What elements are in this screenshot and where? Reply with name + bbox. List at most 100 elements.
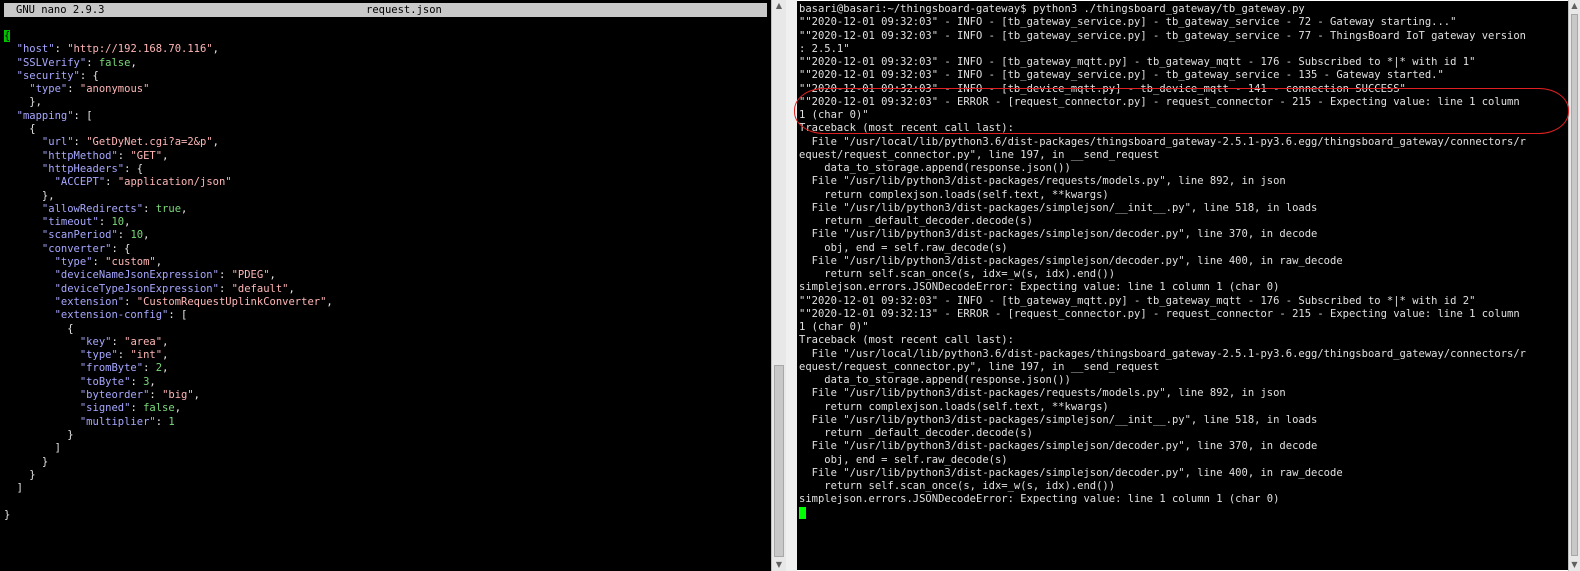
code-token: "url" (4, 136, 74, 149)
code-token: false (143, 402, 175, 415)
terminal-line: basari@basari:~/thingsboard-gateway$ pyt… (799, 3, 1305, 15)
code-token: "converter" (4, 242, 112, 255)
code-line: "multiplier": 1 (4, 416, 764, 429)
code-token: : (111, 335, 125, 348)
terminal-line: File "/usr/lib/python3/dist-packages/sim… (799, 254, 1343, 267)
code-token: false (98, 56, 131, 69)
code-token: : (54, 43, 68, 56)
code-line: "httpMethod": "GET", (4, 150, 764, 163)
terminal-line: File "/usr/lib/python3/dist-packages/sim… (799, 201, 1318, 214)
code-token: , (181, 202, 188, 215)
code-line: } (4, 429, 764, 442)
code-token: : (218, 282, 232, 295)
code-line: "extension": "CustomRequestUplinkConvert… (4, 296, 764, 309)
terminal-line: ""2020-12-01 09:32:03" - INFO - [tb_gate… (799, 29, 1526, 42)
terminal-line: data_to_storage.append(response.json()) (799, 162, 1071, 174)
code-line: "extension-config": [ (4, 309, 764, 322)
scroll-thumb[interactable] (1571, 14, 1578, 556)
code-line: "mapping": [ (4, 110, 764, 123)
code-token: }, (4, 96, 42, 109)
code-token: 1 (168, 415, 175, 428)
terminal-line: File "/usr/lib/python3/dist-packages/sim… (799, 466, 1343, 479)
code-token: "GetDyNet.cgi?a=2&p" (86, 136, 213, 149)
scroll-thumb[interactable] (774, 365, 784, 557)
code-line: "byteorder": "big", (4, 389, 764, 402)
code-token: 10 (130, 229, 144, 242)
code-token: : [ (168, 309, 188, 322)
code-line: } (4, 456, 764, 469)
terminal-line: return self.scan_once(s, idx=_w(s, idx).… (799, 480, 1116, 492)
code-token: } (4, 468, 36, 481)
code-token: "int" (130, 349, 163, 362)
json-code-area[interactable]: { "host": "http://192.168.70.116", "SSLV… (4, 30, 764, 522)
terminal-line: ""2020-12-01 09:32:13" - ERROR - [reques… (799, 307, 1520, 320)
code-token: "timeout" (4, 216, 99, 229)
left-scrollbar[interactable]: ▲ ▼ (771, 0, 787, 571)
terminal-output[interactable]: basari@basari:~/thingsboard-gateway$ pyt… (799, 3, 1567, 520)
code-token: : (218, 269, 232, 282)
code-token: "type" (4, 349, 118, 362)
code-line: }, (4, 96, 764, 109)
scroll-up-icon[interactable]: ▲ (772, 0, 786, 12)
terminal-line: File "/usr/local/lib/python3.6/dist-pack… (799, 135, 1526, 148)
code-token: "big" (162, 389, 194, 402)
code-token: { (4, 123, 36, 136)
code-token: : (73, 136, 87, 149)
terminal-prompt-line[interactable] (799, 506, 1567, 520)
code-line: }, (4, 190, 764, 203)
code-line: ] (4, 442, 764, 455)
terminal-line: return _default_decoder.decode(s) (799, 427, 1033, 439)
scroll-up-icon[interactable]: ▲ (1569, 0, 1580, 12)
code-token: "application/json" (117, 176, 232, 189)
code-token: } (4, 428, 74, 441)
terminal-line: 1 (char 0)" (799, 321, 869, 333)
terminal-line: ""2020-12-01 09:32:03" - INFO - [tb_gate… (799, 69, 1444, 82)
code-line: "allowRedirects": true, (4, 203, 764, 216)
code-line: { (4, 123, 764, 136)
code-token: : [ (73, 109, 93, 122)
code-token: : (98, 216, 112, 229)
code-token: "httpMethod" (4, 149, 118, 162)
code-token: "type" (4, 256, 93, 269)
scroll-down-icon[interactable]: ▼ (772, 559, 786, 571)
code-token: { (4, 322, 74, 335)
terminal-line: return complexjson.loads(self.text, **kw… (799, 400, 1109, 413)
code-token: "deviceTypeJsonExpression" (4, 282, 219, 295)
window-divider (786, 0, 797, 571)
code-line: "type": "custom", (4, 256, 764, 269)
code-token: : (143, 362, 156, 375)
right-scrollbar[interactable]: ▲ ▼ (1568, 0, 1580, 571)
code-token: 10 (111, 216, 125, 229)
nano-editor-pane[interactable]: GNU nano 2.9.3 request.json { "host": "h… (0, 0, 771, 571)
code-token: ] (4, 442, 61, 455)
terminal-line: return _default_decoder.decode(s) (799, 215, 1033, 227)
nano-file-name: request.json (366, 4, 442, 16)
terminal-line: Traceback (most recent call last): (799, 334, 1014, 347)
code-token: "toByte" (4, 375, 131, 388)
terminal-pane[interactable]: basari@basari:~/thingsboard-gateway$ pyt… (797, 1, 1568, 570)
code-token: } (4, 508, 11, 521)
code-token: , (155, 256, 163, 269)
code-token: "CustomRequestUplinkConverter" (136, 295, 327, 308)
code-token: , (162, 335, 169, 348)
code-line: { (4, 30, 764, 43)
code-token: "deviceNameJsonExpression" (4, 269, 219, 282)
code-token: "type" (4, 83, 68, 96)
terminal-line: File "/usr/lib/python3/dist-packages/req… (799, 175, 1286, 188)
code-line: ] (4, 482, 764, 495)
terminal-line: simplejson.errors.JSONDecodeError: Expec… (799, 281, 1280, 294)
terminal-line: equest/request_connector.py", line 197, … (799, 148, 1160, 161)
code-token: , (162, 362, 169, 375)
code-token: } (4, 455, 49, 468)
code-line: "converter": { (4, 243, 764, 256)
code-token: true (155, 202, 182, 215)
code-token: , (193, 389, 200, 402)
code-token: : (149, 389, 163, 402)
code-line: "SSLVerify": false, (4, 57, 764, 70)
scroll-down-icon[interactable]: ▼ (1569, 559, 1580, 571)
code-token: : (124, 295, 137, 308)
code-line: "toByte": 3, (4, 376, 764, 389)
code-token: "scanPeriod" (4, 229, 118, 242)
code-token: "ACCEPT" (4, 176, 106, 189)
code-token: "http://192.168.70.116" (67, 43, 213, 56)
